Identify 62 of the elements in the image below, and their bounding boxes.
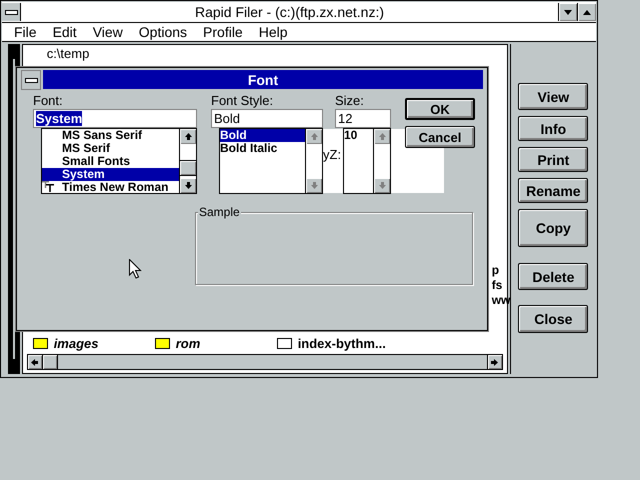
- down-arrow-icon[interactable]: [184, 182, 192, 189]
- style-list-item[interactable]: Bold: [220, 129, 305, 142]
- menu-item[interactable]: Options: [130, 24, 196, 40]
- down-triangle-icon: [564, 10, 572, 14]
- right-arrow-icon[interactable]: [491, 358, 498, 366]
- system-menu-icon[interactable]: [2, 3, 21, 21]
- size-input-field[interactable]: 12: [335, 109, 391, 128]
- action-button[interactable]: Copy: [518, 209, 588, 247]
- minimize-button[interactable]: [558, 3, 577, 21]
- action-button[interactable]: Close: [518, 305, 588, 333]
- folder-icon: [154, 338, 170, 349]
- dialog-title: Font: [248, 72, 278, 88]
- stray-text: yZ:: [323, 147, 342, 162]
- font-list-item[interactable]: Small Fonts: [42, 155, 179, 168]
- field-label: Size:: [335, 93, 365, 109]
- group-label: Sample: [198, 205, 241, 219]
- folder-name[interactable]: rom: [176, 336, 200, 351]
- list-scrollbar[interactable]: [179, 129, 196, 193]
- size-list[interactable]: 10: [343, 128, 391, 194]
- menu-item[interactable]: View: [84, 24, 131, 40]
- horizontal-scrollbar[interactable]: [26, 354, 503, 370]
- font-list-item[interactable]: MS Sans Serif: [42, 129, 179, 142]
- style-list[interactable]: Bold Bold Italic: [219, 128, 323, 194]
- field-label: Font Style:: [211, 93, 274, 109]
- directory-path: c:\temp: [46, 47, 90, 61]
- left-arrow-icon[interactable]: [31, 358, 38, 366]
- font-input-field[interactable]: System: [33, 109, 197, 128]
- folder-name[interactable]: images: [54, 336, 98, 351]
- menu-item[interactable]: Edit: [44, 24, 85, 40]
- up-triangle-icon: [583, 10, 591, 14]
- style-input-field[interactable]: Bold: [211, 109, 323, 128]
- down-arrow-icon: [378, 182, 386, 189]
- file-name-text: fs: [492, 278, 502, 293]
- system-menu-icon[interactable]: [21, 70, 41, 90]
- action-button[interactable]: View: [518, 83, 588, 110]
- action-button[interactable]: Delete: [518, 263, 588, 290]
- up-arrow-icon[interactable]: [184, 133, 192, 140]
- font-list-item[interactable]: Times New Roman: [42, 181, 179, 194]
- menu-item[interactable]: Help: [250, 24, 296, 40]
- font-list[interactable]: MS Sans Serif MS Serif Small Fonts System Times New Roman: [41, 128, 197, 194]
- down-arrow-icon: [310, 182, 318, 189]
- folder-icon: [32, 338, 48, 349]
- file-icon: [276, 338, 292, 349]
- window-title: Rapid Filer - (c:)(ftp.zx.net.nz:): [194, 4, 386, 20]
- size-list-item[interactable]: 10: [344, 129, 373, 142]
- field-label: Font:: [33, 93, 64, 109]
- file-name[interactable]: index-bythm...: [298, 336, 386, 351]
- up-arrow-icon: [378, 133, 386, 140]
- mouse-pointer-icon: [129, 259, 142, 279]
- action-button[interactable]: Rename: [518, 178, 588, 203]
- up-arrow-icon: [310, 133, 318, 140]
- dialog-button[interactable]: OK: [405, 98, 475, 120]
- action-button[interactable]: Print: [518, 147, 588, 172]
- font-list-item[interactable]: System: [42, 168, 179, 181]
- file-name-text: p: [492, 263, 500, 278]
- maximize-button[interactable]: [577, 3, 596, 21]
- font-list-item[interactable]: MS Serif: [42, 142, 179, 155]
- action-button[interactable]: Info: [518, 116, 588, 141]
- dialog-button[interactable]: Cancel: [405, 126, 475, 148]
- menu-item[interactable]: Profile: [195, 24, 251, 40]
- style-list-item[interactable]: Bold Italic: [220, 142, 305, 155]
- menu-item[interactable]: File: [6, 24, 45, 40]
